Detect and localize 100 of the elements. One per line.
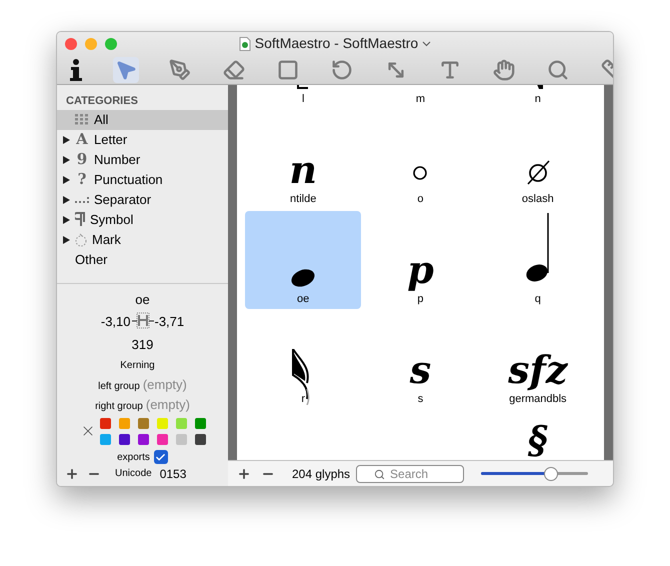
checkmark-icon xyxy=(155,452,166,462)
add-icon[interactable] xyxy=(237,466,251,480)
category-label: All xyxy=(94,110,108,129)
glyph-cell[interactable]: l xyxy=(245,85,362,109)
glyph-label: oe xyxy=(297,292,310,307)
dots-icon xyxy=(75,196,89,204)
window-title: SoftMaestro - SoftMaestro xyxy=(254,34,418,54)
glyph-cell[interactable]: n xyxy=(480,85,596,109)
category-item[interactable]: Symbol xyxy=(57,210,228,230)
glyph-label: germandbls xyxy=(509,392,567,407)
category-icon: A xyxy=(75,128,89,151)
glyph-cell[interactable]: s s xyxy=(362,311,479,409)
category-item[interactable]: Other xyxy=(57,250,228,270)
circle-glyph-icon xyxy=(412,165,428,181)
disclosure-triangle-icon[interactable] xyxy=(63,156,70,164)
glyph-label: n xyxy=(534,92,541,107)
color-swatch[interactable] xyxy=(176,418,186,428)
left-group-value: (empty) xyxy=(142,376,187,394)
glyph-preview: sfz xyxy=(508,351,568,389)
glyph-cell[interactable]: sfz germandbls xyxy=(480,311,596,409)
close-button[interactable] xyxy=(65,38,77,50)
glyph-preview: § xyxy=(528,421,548,459)
disclosure-triangle-icon[interactable] xyxy=(63,196,70,204)
rotate-icon xyxy=(331,58,353,81)
glyph-label: o xyxy=(417,192,424,207)
add-icon[interactable] xyxy=(65,466,79,480)
glyph-preview: n xyxy=(289,151,317,189)
zoom-slider[interactable] xyxy=(481,466,588,480)
eraser-icon xyxy=(223,58,245,81)
glyph-cell[interactable]: r xyxy=(245,311,362,409)
info-icon xyxy=(69,58,83,82)
disclosure-triangle-icon[interactable] xyxy=(63,136,70,144)
disclosure-triangle-icon[interactable] xyxy=(63,216,70,224)
unicode-value: 0153 xyxy=(160,466,186,482)
search-field[interactable]: Search xyxy=(356,464,464,482)
color-swatch[interactable] xyxy=(194,418,206,428)
category-label: Mark xyxy=(92,230,121,249)
glyph-cell[interactable]: o xyxy=(362,111,479,209)
glyph-label: ntilde xyxy=(290,192,316,207)
quarter-note-icon xyxy=(524,213,551,283)
glyph-cell[interactable]: oe xyxy=(245,211,362,309)
kerning-label: Kerning xyxy=(120,358,155,372)
slider-thumb[interactable] xyxy=(544,466,558,480)
glyph-label: p xyxy=(417,292,424,307)
glyph-cell[interactable]: p p xyxy=(362,211,479,309)
color-swatch[interactable] xyxy=(156,434,168,444)
magnifier-icon xyxy=(547,58,569,81)
left-group-label: left group xyxy=(98,380,140,394)
category-item[interactable]: All xyxy=(57,110,228,130)
chevron-down-icon xyxy=(422,40,432,47)
rectangle-icon xyxy=(277,58,299,81)
text-tool-icon xyxy=(439,58,461,81)
category-label: Punctuation xyxy=(94,170,163,189)
disclosure-triangle-icon[interactable] xyxy=(63,236,70,244)
category-item[interactable]: ? Punctuation xyxy=(57,170,228,190)
glyph-cell[interactable]: m xyxy=(362,85,479,109)
slashed-circle-glyph-icon xyxy=(524,159,551,185)
document-icon xyxy=(238,36,251,51)
color-swatch[interactable] xyxy=(100,434,110,444)
glyph-name: oe xyxy=(135,290,150,308)
color-swatch[interactable] xyxy=(138,418,148,428)
grid-icon xyxy=(75,114,89,126)
advance-width: 319 xyxy=(132,336,154,354)
zoom-button[interactable] xyxy=(105,38,117,50)
section-header: CATEGORIES xyxy=(65,94,139,109)
glyph-label: q xyxy=(534,292,541,307)
right-group-label: right group xyxy=(95,400,143,414)
category-icon: ? xyxy=(75,168,89,191)
category-item[interactable]: A Letter xyxy=(57,130,228,150)
exports-label: exports xyxy=(117,450,150,464)
color-swatch[interactable] xyxy=(138,434,148,444)
glyph-cell[interactable]: oslash xyxy=(480,111,596,209)
right-bearing: -3,71 xyxy=(154,313,184,332)
color-swatch[interactable] xyxy=(176,434,186,444)
category-item[interactable]: 9 Number xyxy=(57,150,228,170)
hand-icon xyxy=(493,58,515,81)
color-swatch[interactable] xyxy=(156,418,168,428)
color-swatch[interactable] xyxy=(118,418,130,428)
category-label: Symbol xyxy=(90,210,134,229)
unicode-label: Unicode xyxy=(115,467,152,481)
color-swatch[interactable] xyxy=(118,434,130,444)
left-bearing: -3,10 xyxy=(100,313,130,332)
glyph-count: 204 glyphs xyxy=(292,466,350,482)
glyph-cell[interactable]: q xyxy=(480,211,596,309)
category-label: Separator xyxy=(94,190,152,209)
color-swatch[interactable] xyxy=(100,418,110,428)
category-item[interactable]: Mark xyxy=(57,230,228,250)
pen-icon xyxy=(169,58,191,81)
exports-checkbox[interactable] xyxy=(154,450,168,464)
color-swatch[interactable] xyxy=(194,434,206,444)
glyph-cell[interactable]: § xyxy=(480,411,596,460)
glyph-label: m xyxy=(416,92,426,107)
glyph-cell[interactable]: n ntilde xyxy=(245,111,362,209)
disclosure-triangle-icon[interactable] xyxy=(63,176,70,184)
search-icon xyxy=(374,468,386,480)
glyph-label: l xyxy=(302,92,304,107)
toolbar-button[interactable] xyxy=(67,56,85,83)
pointer-icon xyxy=(115,58,137,81)
category-label: Letter xyxy=(94,130,128,149)
category-item[interactable]: Separator xyxy=(57,190,228,210)
